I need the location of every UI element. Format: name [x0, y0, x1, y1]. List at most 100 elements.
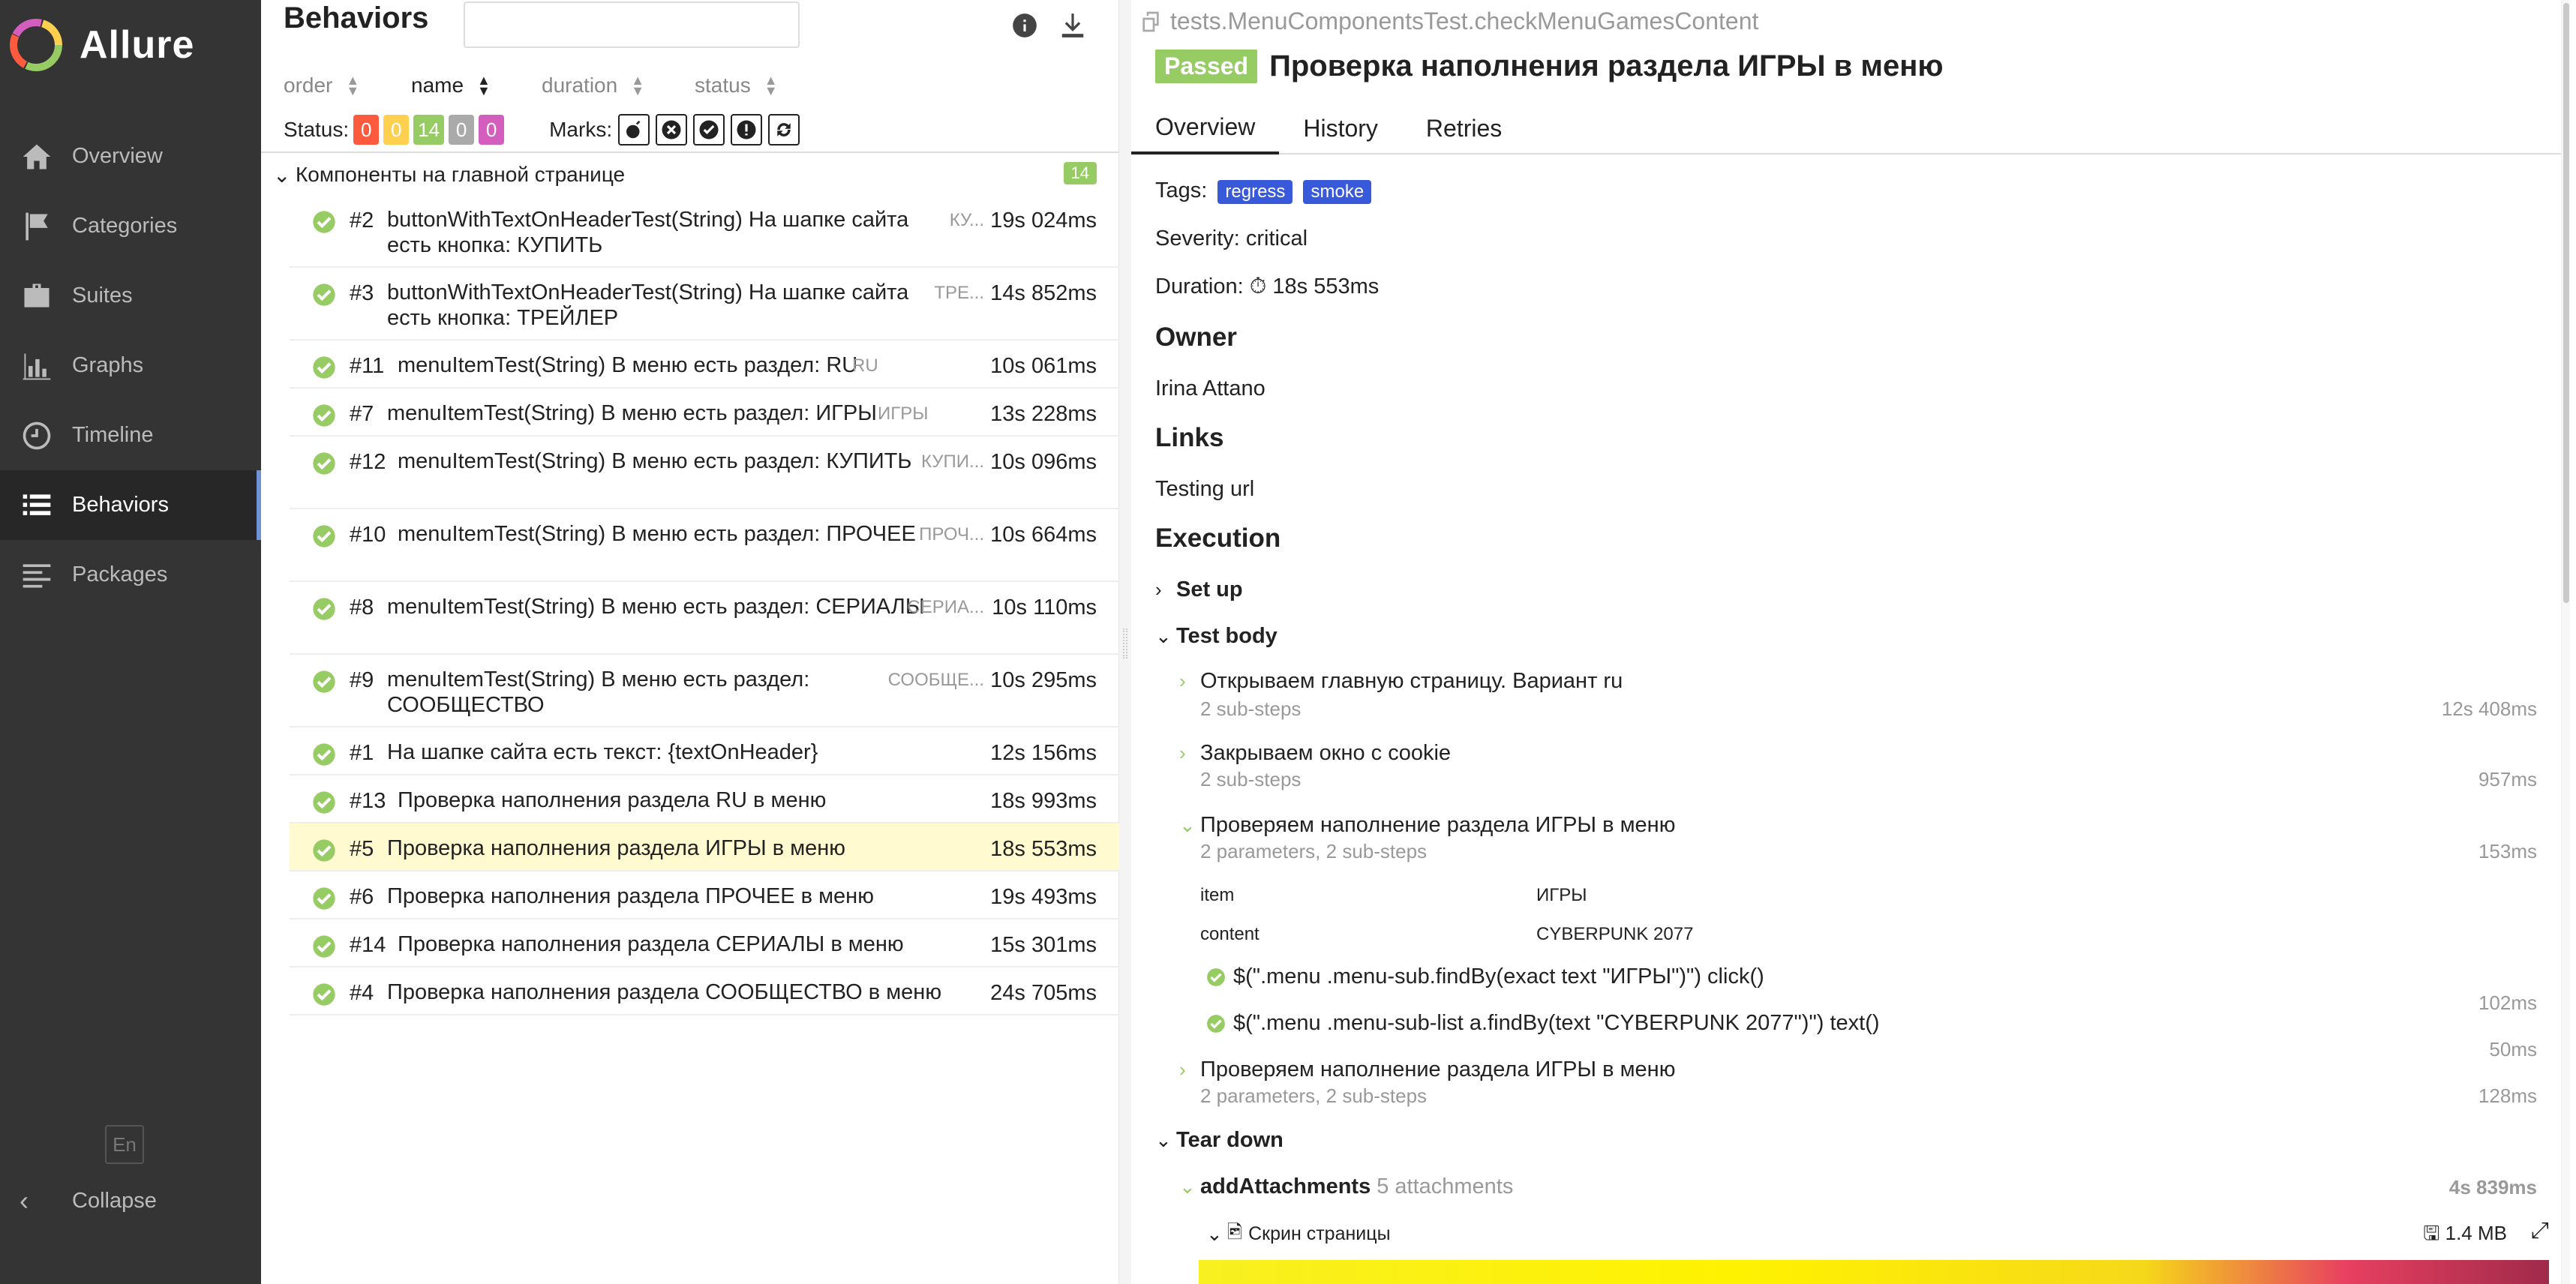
test-name: Проверка наполнения раздела СЕРИАЛЫ в ме… [398, 932, 904, 956]
sort-order[interactable]: order ▲ ▼ [284, 74, 411, 98]
scrollbar[interactable] [2561, 0, 2570, 1284]
new-failed-mark-icon[interactable] [656, 114, 688, 146]
test-row[interactable]: #12 menuItemTest(String) В меню есть разд… [290, 436, 1119, 509]
copy-icon[interactable] [1139, 10, 1163, 34]
step-item[interactable]: › Закрываем окно с cookie [1179, 741, 1451, 766]
behaviors-tree-pane: Behaviors order ▲ ▼ name ▲ ▼ duration ▲ ▼ s… [261, 0, 1119, 1284]
substep-item[interactable]: $(".menu .menu-sub-list a.findBy(text "C… [1206, 1011, 1880, 1036]
sidebar-item-graphs[interactable]: Graphs [0, 331, 261, 400]
test-duration: 19s 493ms [990, 885, 1097, 909]
test-row[interactable]: #1 На шапке сайта есть текст: {textOnHead… [290, 728, 1119, 776]
test-row[interactable]: #13 Проверка наполнения раздела RU в меню… [290, 776, 1119, 824]
status-passed-toggle[interactable]: 14 [413, 115, 445, 145]
sidebar-item-packages[interactable]: Packages [0, 540, 261, 610]
step-item[interactable]: › Открываем главную страницу. Вариант ru [1179, 669, 1623, 694]
sort-duration[interactable]: duration ▲ ▼ [542, 74, 695, 98]
param-name: item [1200, 885, 1235, 905]
step-duration: 153ms [2478, 840, 2537, 862]
teardown-section[interactable]: ⌄ Tear down [1155, 1128, 1283, 1153]
attachments-name: addAttachments [1200, 1174, 1371, 1198]
tab-retries[interactable]: Retries [1402, 102, 1526, 154]
step-sub: 2 sub-steps [1200, 698, 1302, 720]
test-row[interactable]: #3 buttonWithTextOnHeaderTest(String) На … [290, 268, 1119, 340]
check-circle-icon [313, 791, 335, 814]
new-broken-mark-icon[interactable] [731, 114, 763, 146]
flaky-mark-icon[interactable] [618, 114, 650, 146]
tags-line: Tags: regress smoke [1155, 178, 1372, 204]
test-row[interactable]: #10 menuItemTest(String) В меню есть разд… [290, 509, 1119, 582]
save-icon[interactable]: 🖫 [2423, 1222, 2439, 1244]
tab-overview[interactable]: Overview [1131, 102, 1280, 154]
status-label: Status: [284, 118, 350, 141]
sidebar-item-suites[interactable]: Suites [0, 261, 261, 331]
sidebar-item-behaviors[interactable]: Behaviors [0, 470, 261, 540]
sort-order-label: order [284, 74, 333, 97]
check-circle-icon [313, 743, 335, 766]
sidebar-item-timeline[interactable]: Timeline [0, 400, 261, 470]
sidebar-nav: Overview Categories Suites Graphs Timeli… [0, 122, 261, 610]
test-name: menuItemTest(String) В меню есть раздел:… [398, 522, 916, 546]
sidebar-item-overview[interactable]: Overview [0, 122, 261, 191]
attachments-duration: 4s 839ms [2448, 1176, 2537, 1198]
step-duration: 957ms [2478, 768, 2537, 790]
test-number: #2 [350, 208, 374, 232]
test-row[interactable]: #11 menuItemTest(String) В меню есть разд… [290, 340, 1119, 388]
check-circle-icon [313, 452, 335, 475]
substep-duration: 102ms [2478, 992, 2537, 1014]
sidebar: Allure Overview Categories Suites Graphs… [0, 0, 261, 1284]
testbody-section[interactable]: ⌄ Test body [1155, 624, 1277, 649]
test-duration: 13s 228ms [990, 402, 1097, 426]
test-row[interactable]: #7 menuItemTest(String) В меню есть разде… [290, 388, 1119, 436]
test-row[interactable]: #2 buttonWithTextOnHeaderTest(String) На … [290, 195, 1119, 268]
status-skipped-toggle[interactable]: 0 [449, 115, 475, 145]
attachment-name: Скрин страницы [1248, 1223, 1391, 1244]
tree-group[interactable]: ⌄ Компоненты на главной странице 14 [273, 158, 1106, 192]
test-row[interactable]: #9 menuItemTest(String) В меню есть разде… [290, 655, 1119, 728]
stopwatch-icon: ⏱ [1249, 274, 1267, 298]
sidebar-item-label: Timeline [72, 423, 154, 447]
step-item[interactable]: ⌄ Проверяем наполнение раздела ИГРЫ в ме… [1179, 813, 1675, 838]
test-number: #11 [350, 354, 385, 378]
sort-status[interactable]: status ▲ ▼ [695, 74, 778, 98]
test-row[interactable]: #5 Проверка наполнения раздела ИГРЫ в мен… [290, 824, 1119, 872]
clock-icon [20, 418, 54, 453]
marks-filter: Marks: [549, 114, 800, 146]
substep-item[interactable]: $(".menu .menu-sub.findBy(exact text "ИГ… [1206, 964, 1764, 989]
allure-logo[interactable]: Allure [9, 18, 194, 72]
substep-duration: 50ms [2489, 1038, 2537, 1060]
sidebar-item-categories[interactable]: Categories [0, 191, 261, 261]
testing-url-link[interactable]: Testing url [1155, 477, 1254, 502]
retries-mark-icon[interactable] [768, 114, 800, 146]
test-row[interactable]: #6 Проверка наполнения раздела ПРОЧЕЕ в м… [290, 872, 1119, 920]
new-passed-mark-icon[interactable] [693, 114, 725, 146]
chevron-right-icon: › [1179, 742, 1186, 764]
test-duration: 19s 024ms [990, 208, 1097, 232]
screenshot-preview[interactable] [1199, 1260, 2549, 1284]
step-item[interactable]: › Проверяем наполнение раздела ИГРЫ в ме… [1179, 1058, 1675, 1082]
chevron-down-icon: ⌄ [1206, 1222, 1223, 1245]
flag-icon [20, 209, 54, 244]
duration-value: 18s 553ms [1272, 274, 1380, 298]
pane-splitter[interactable] [1119, 0, 1131, 1284]
attachments-step[interactable]: ⌄ addAttachments 5 attachments [1179, 1174, 1513, 1199]
status-broken-toggle[interactable]: 0 [383, 115, 410, 145]
setup-section[interactable]: › Set up [1155, 578, 1243, 602]
attachment-item[interactable]: ⌄ 🖻 Скрин страницы [1206, 1218, 1391, 1250]
language-switch[interactable]: En [105, 1125, 144, 1164]
download-icon[interactable] [1058, 10, 1088, 40]
sort-name[interactable]: name ▲ ▼ [411, 74, 542, 98]
check-circle-icon [313, 211, 335, 233]
test-number: #12 [350, 450, 386, 474]
test-row[interactable]: #8 menuItemTest(String) В меню есть разде… [290, 582, 1119, 655]
search-input[interactable] [464, 2, 800, 48]
expand-icon[interactable]: ⤢ [2531, 1218, 2549, 1244]
test-row[interactable]: #14 Проверка наполнения раздела СЕРИАЛЫ в… [290, 920, 1119, 968]
test-row[interactable]: #4 Проверка наполнения раздела СООБЩЕСТВО… [290, 968, 1119, 1016]
links-heading: Links [1155, 423, 1224, 452]
info-icon[interactable] [1010, 10, 1040, 40]
sidebar-item-label: Graphs [72, 353, 144, 377]
status-failed-toggle[interactable]: 0 [353, 115, 380, 145]
tab-history[interactable]: History [1279, 102, 1402, 154]
status-unknown-toggle[interactable]: 0 [479, 115, 505, 145]
collapse-button[interactable]: ‹ Collapse [20, 1185, 157, 1216]
